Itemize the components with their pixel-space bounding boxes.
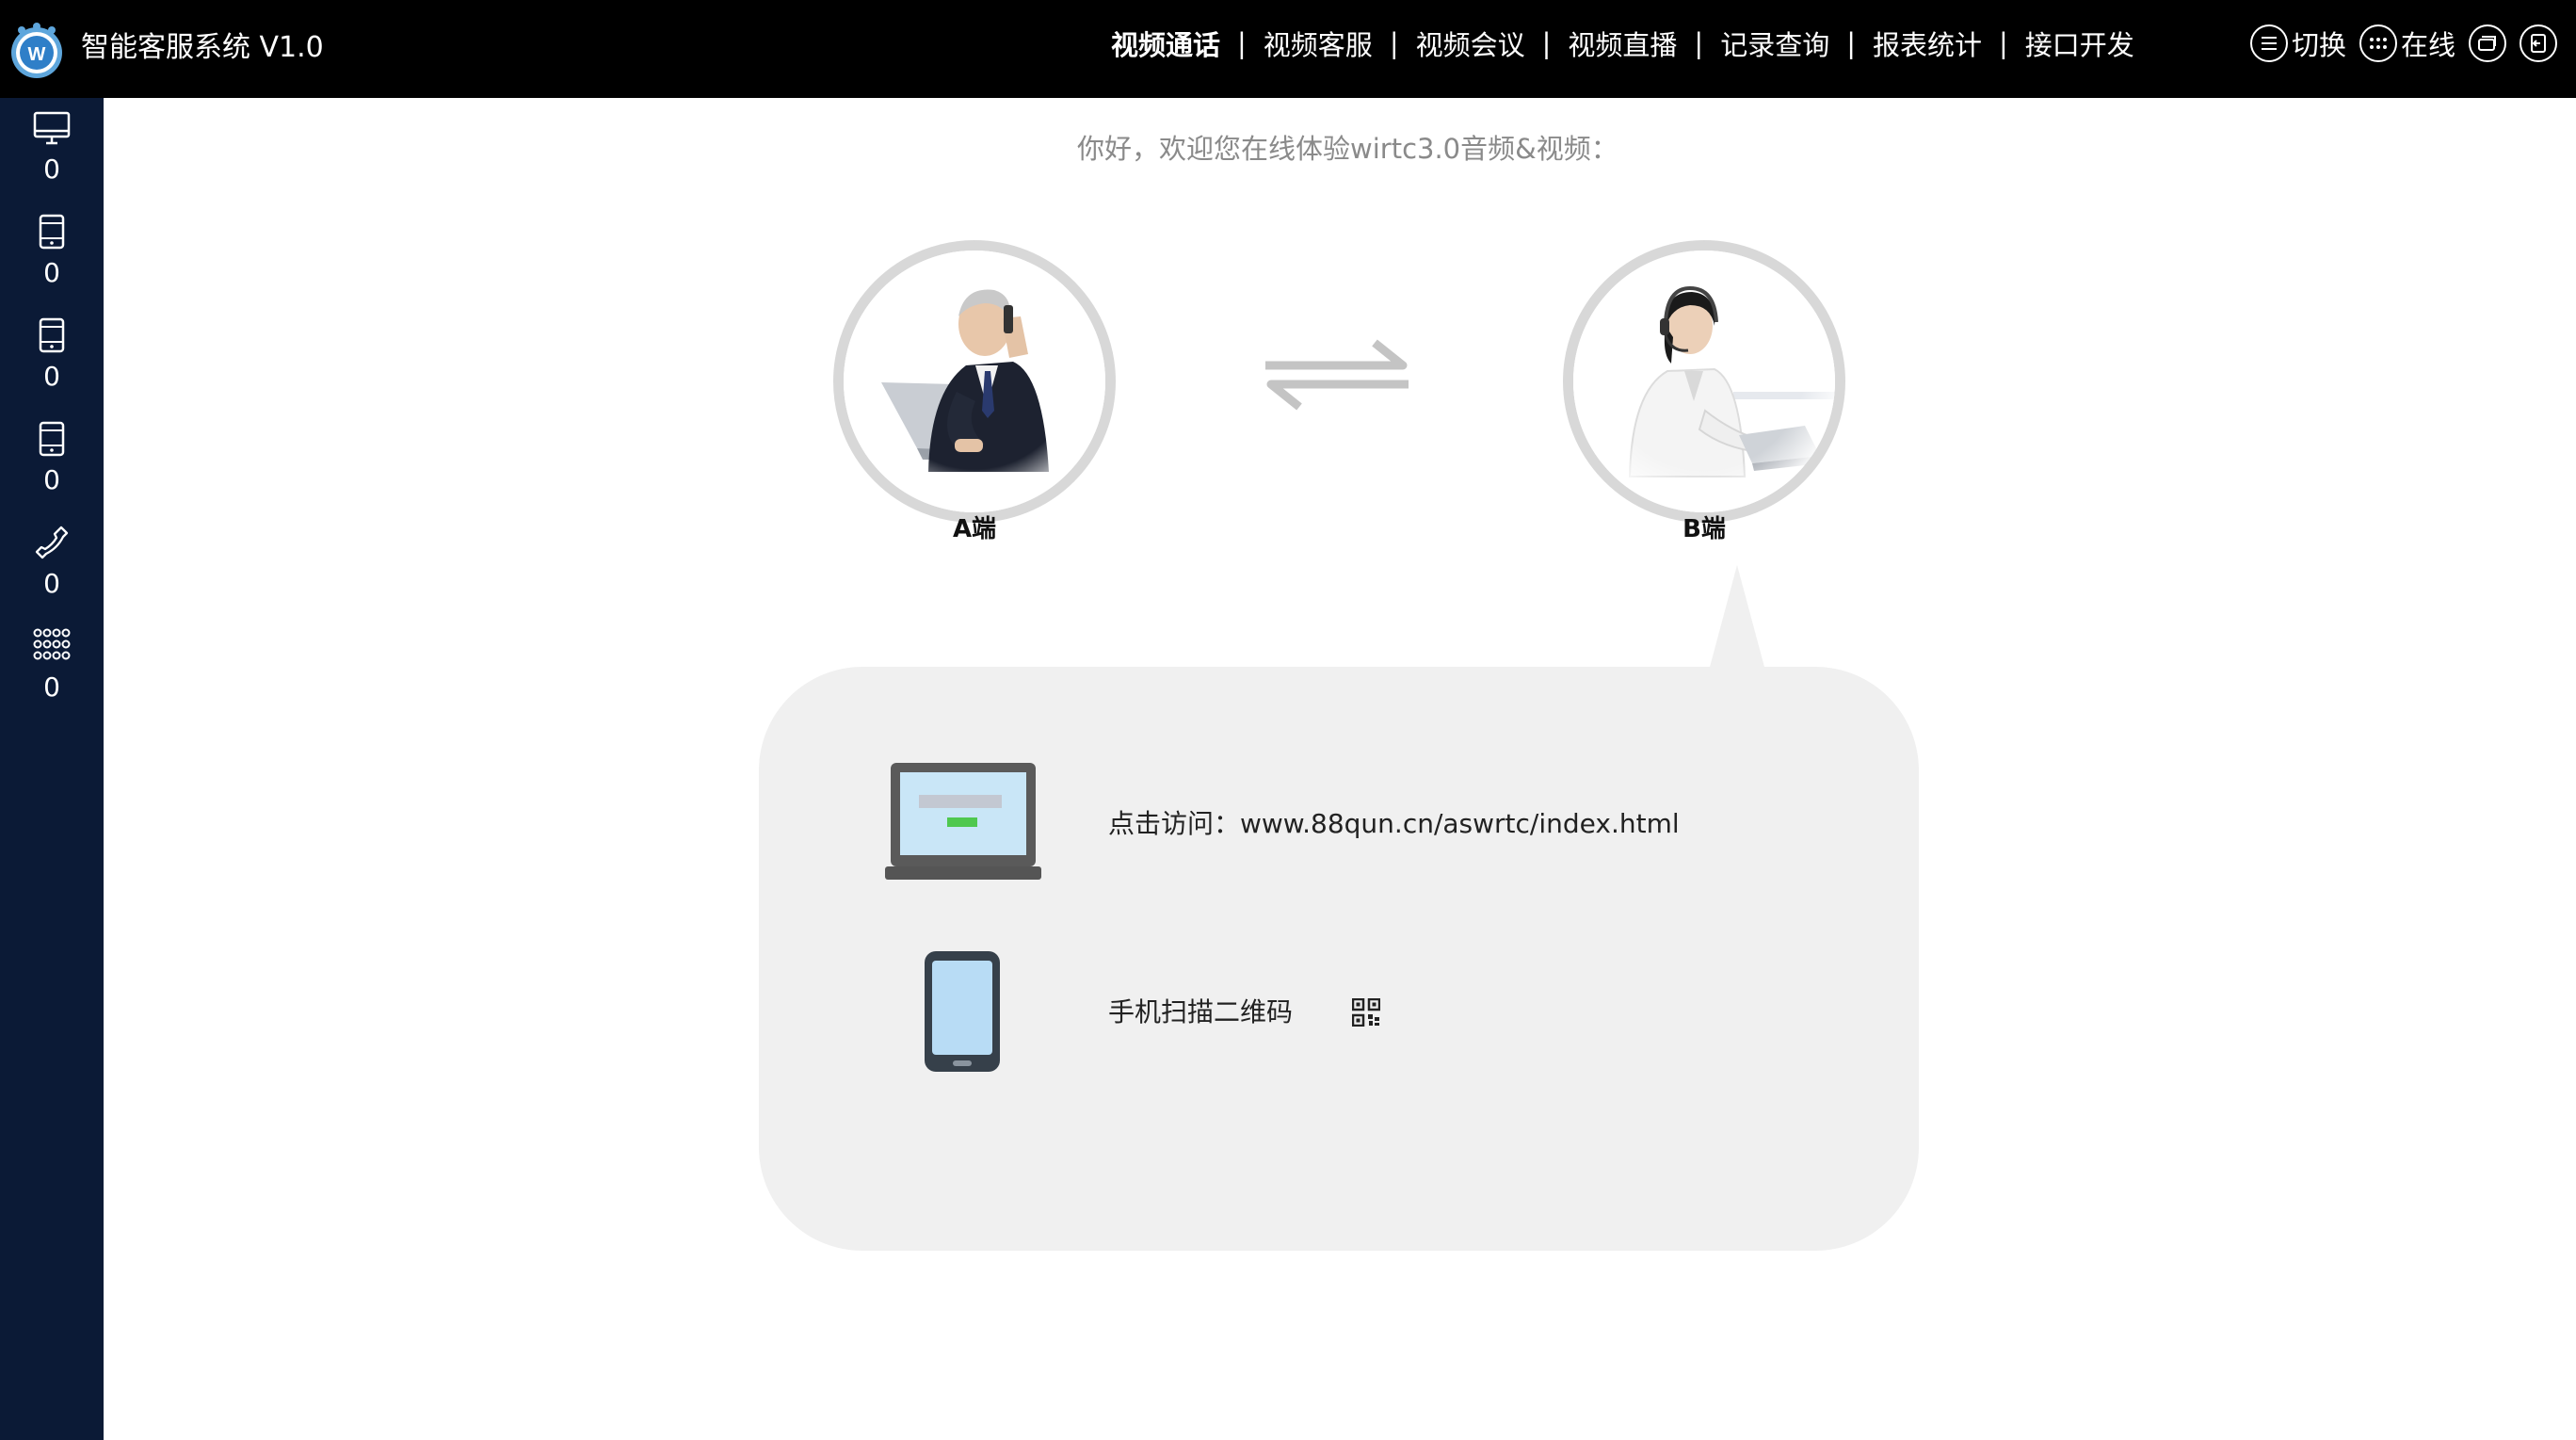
businessman-illustration [844,251,1105,512]
top-actions: 切换 在线 [2250,21,2558,66]
window-button[interactable] [2469,24,2507,62]
nav-separator: | [1694,27,1704,59]
tablet-icon [39,317,65,353]
swap-arrows-icon [1265,339,1409,411]
side-b-label: B端 [1682,515,1726,543]
sidebar-item-tablet-3[interactable]: 0 [0,411,104,514]
sidebar-count: 0 [43,568,60,599]
apps-grid-icon [2359,24,2398,62]
side-a-label: A端 [952,515,997,543]
sidebar-count: 0 [43,257,60,288]
nav-video-service[interactable]: 视频客服 [1264,24,1373,63]
phone-handset-icon [35,526,69,559]
top-bar: W 智能客服系统 V1.0 视频通话 | 视频客服 | 视频会议 | 视频直播 … [0,0,2576,98]
mobile-phone-icon [925,951,1000,1072]
side-b-avatar[interactable] [1563,240,1845,523]
exit-button[interactable] [2520,24,2558,62]
tablet-icon [39,421,65,457]
svg-text:W: W [28,44,46,65]
nav-separator: | [1237,27,1247,59]
nav-record-query[interactable]: 记录查询 [1720,24,1829,63]
monitor-icon [33,111,71,145]
app-title: 智能客服系统 V1.0 [81,31,324,64]
nav-api-dev[interactable]: 接口开发 [2025,24,2134,63]
sidebar-count: 0 [43,671,60,703]
qr-code-icon[interactable] [1352,998,1380,1027]
main-nav: 视频通话 | 视频客服 | 视频会议 | 视频直播 | 记录查询 | 报表统计 … [1111,23,2134,64]
sidebar-count: 0 [43,361,60,392]
left-sidebar: 0 0 0 0 0 0 [0,98,104,1440]
sidebar-item-phone[interactable]: 0 [0,514,104,618]
nav-report-stats[interactable]: 报表统计 [1873,24,1982,63]
nav-separator: | [1389,27,1399,59]
sidebar-item-dialpad[interactable]: 0 [0,618,104,721]
nav-video-live[interactable]: 视频直播 [1568,24,1677,63]
menu-icon [2250,24,2288,62]
nav-separator: | [1541,27,1552,59]
switch-button[interactable]: 切换 [2250,24,2359,63]
nav-video-meeting[interactable]: 视频会议 [1416,24,1525,63]
laptop-icon [885,763,1041,880]
side-a-avatar[interactable] [833,240,1116,523]
sidebar-item-desktop[interactable]: 0 [0,100,104,203]
window-icon [2469,24,2507,62]
agent-illustration [1573,251,1835,512]
sidebar-item-tablet-1[interactable]: 0 [0,203,104,307]
scan-qr-text: 手机扫描二维码 [1108,996,1294,1027]
dialpad-icon [33,628,71,660]
bubble-pointer [1709,565,1765,671]
sidebar-item-tablet-2[interactable]: 0 [0,307,104,411]
switch-label: 切换 [2292,29,2347,61]
welcome-text: 你好，欢迎您在线体验wirtc3.0音频&视频： [1077,133,1618,165]
tablet-icon [39,214,65,250]
sidebar-count: 0 [43,154,60,185]
sidebar-count: 0 [43,464,60,495]
online-status-button[interactable]: 在线 [2359,24,2469,63]
nav-video-call[interactable]: 视频通话 [1111,24,1220,63]
exit-icon [2520,24,2558,62]
online-label: 在线 [2401,29,2456,61]
visit-link[interactable]: 点击访问：www.88qun.cn/aswrtc/index.html [1108,805,1680,843]
nav-separator: | [1846,27,1856,59]
app-logo: W [11,23,62,78]
nav-separator: | [1999,27,2008,59]
